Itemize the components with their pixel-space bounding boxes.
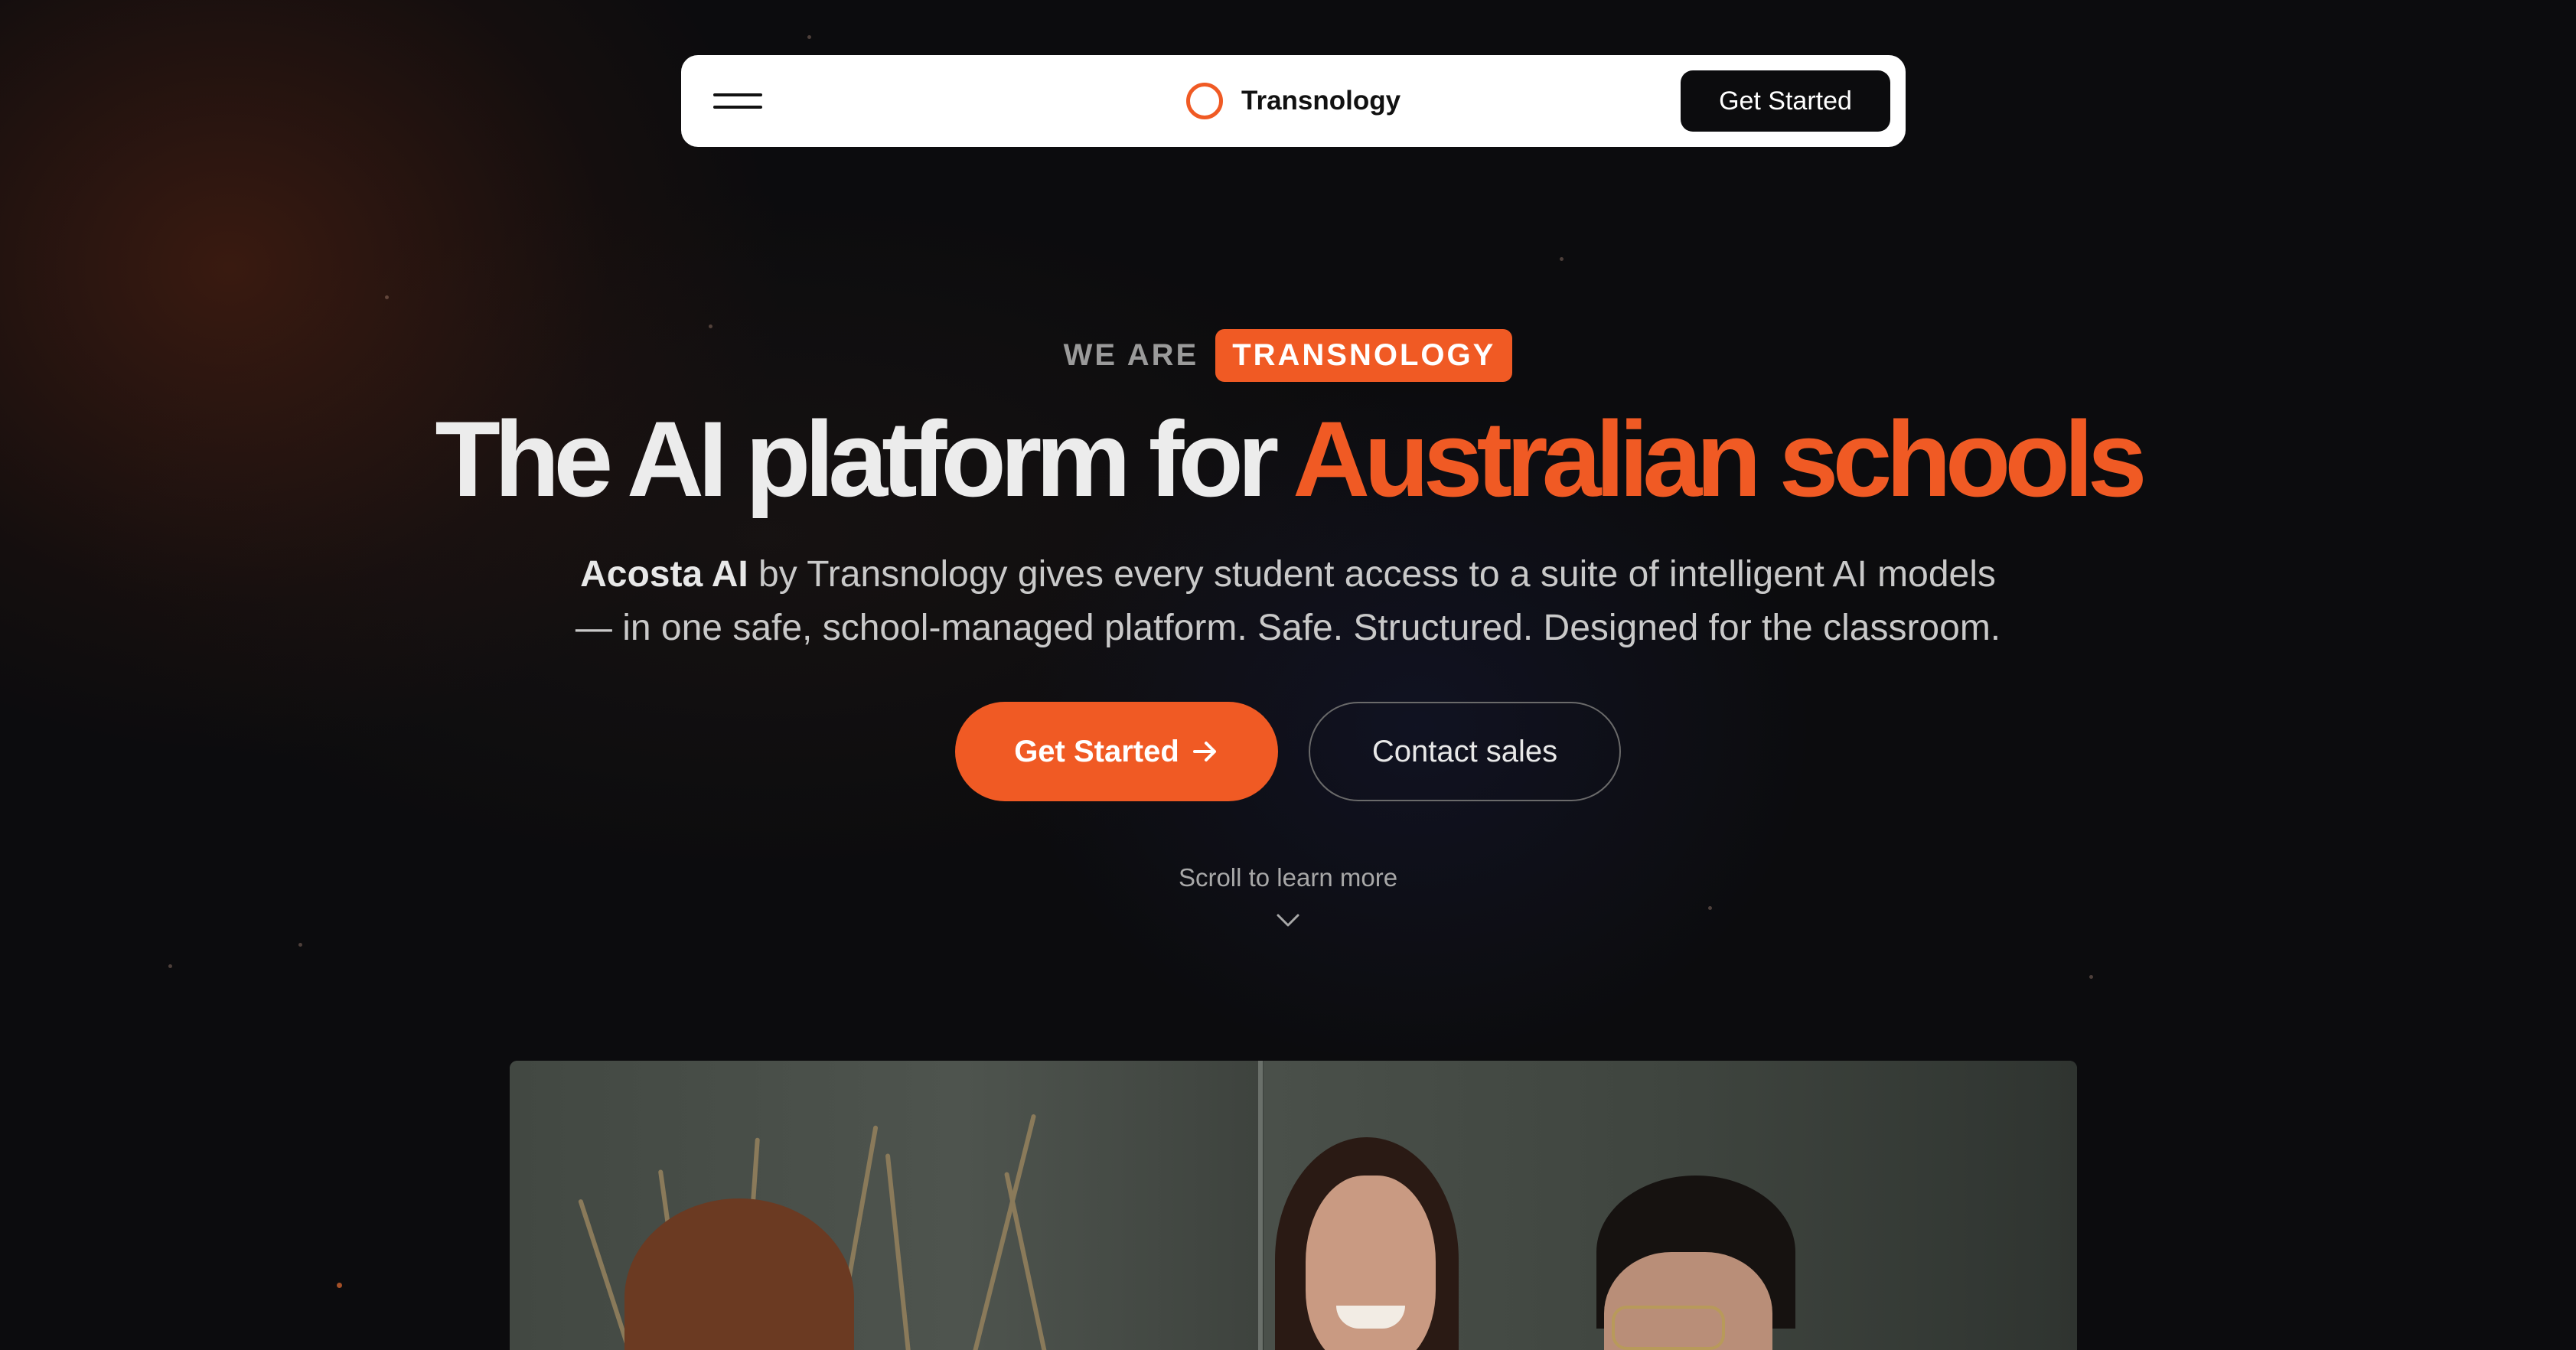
hero-headline: The AI platform for Australian schools [0, 398, 2576, 520]
top-navbar: Transnology Get Started [681, 55, 1906, 147]
hamburger-icon[interactable] [713, 89, 762, 113]
background-dot [168, 964, 172, 968]
nav-get-started-button[interactable]: Get Started [1681, 70, 1890, 132]
brand[interactable]: Transnology [1186, 55, 1400, 147]
hero-cta-row: Get Started Contact sales [0, 702, 2576, 801]
brand-name: Transnology [1241, 86, 1401, 116]
background-dot [1708, 906, 1712, 910]
subtext-line-1: Acosta AI by Transnology gives every stu… [0, 548, 2576, 602]
eyebrow-lead: WE ARE [1063, 338, 1199, 372]
contact-sales-button[interactable]: Contact sales [1309, 702, 1621, 801]
hero-eyebrow: WE ARE TRANSNOLOGY [0, 329, 2576, 382]
ring-logo-icon [1186, 83, 1223, 119]
photo-wall-left [510, 1061, 1260, 1350]
get-started-button[interactable]: Get Started [955, 702, 1278, 801]
arrow-right-icon [1192, 739, 1219, 764]
get-started-label: Get Started [1014, 734, 1179, 768]
background-dot [298, 943, 302, 947]
scroll-hint[interactable]: Scroll to learn more [0, 863, 2576, 892]
eyebrow-badge: TRANSNOLOGY [1215, 329, 1513, 382]
photo-person-right-glasses [1612, 1306, 1725, 1350]
hero-subtext: Acosta AI by Transnology gives every stu… [0, 548, 2576, 655]
background-dot [385, 295, 389, 299]
background-dot [337, 1283, 342, 1288]
subtext-line-2: — in one safe, school-managed platform. … [575, 608, 2001, 648]
hero-photo [510, 1061, 2077, 1350]
background-dot [1560, 257, 1564, 261]
photo-wall-seam [1258, 1061, 1263, 1350]
product-name: Acosta AI [580, 554, 748, 595]
background-dot [807, 35, 811, 39]
subtext-line-1-text: by Transnology gives every student acces… [748, 554, 1996, 595]
headline-accent: Australian schools [1293, 399, 2147, 519]
background-dot [709, 324, 712, 328]
chevron-down-icon[interactable] [1275, 912, 1301, 929]
background-dot [2089, 975, 2093, 979]
landing-page: Transnology Get Started WE ARE TRANSNOLO… [0, 0, 2576, 1350]
headline-main: The AI platform for [435, 399, 1293, 519]
